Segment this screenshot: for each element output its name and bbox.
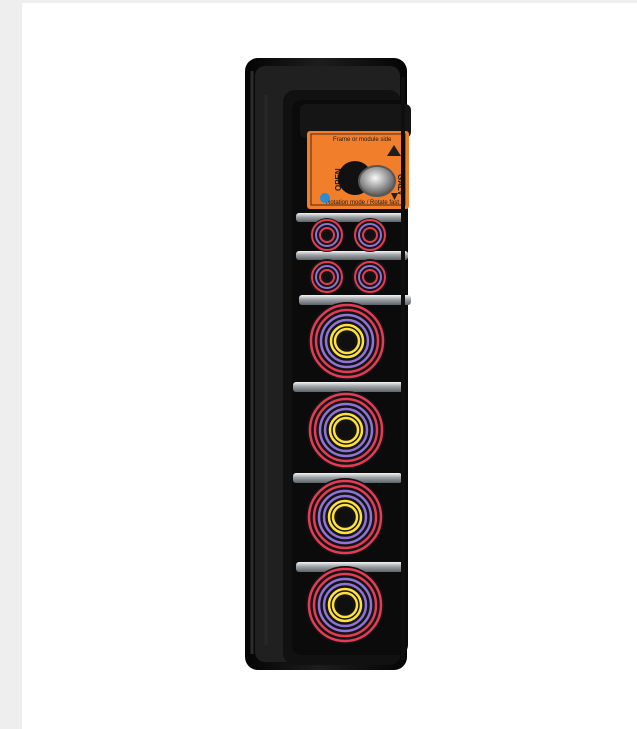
small-seal-module xyxy=(352,259,388,295)
small-seal-module xyxy=(309,259,345,295)
large-seal-module xyxy=(307,391,385,469)
label-bottom-text: Rotation mode / Rotate fast xyxy=(326,200,399,206)
warning-label: Frame or module side OPEN GALV Rotation … xyxy=(307,131,409,209)
large-seal-module xyxy=(306,566,384,644)
separator-bar xyxy=(293,382,405,392)
label-top-text: Frame or module side xyxy=(333,137,392,143)
small-seal-module xyxy=(310,218,344,252)
separator-bar xyxy=(296,251,408,260)
cable-transit-illustration: Frame or module side OPEN GALV Rotation … xyxy=(245,58,411,670)
steel-knob xyxy=(358,165,396,197)
separator-bar xyxy=(296,213,405,222)
compliance-icon xyxy=(320,193,330,203)
large-seal-module xyxy=(308,302,386,380)
small-seal-module xyxy=(353,218,387,252)
product-photo-page: Frame or module side OPEN GALV Rotation … xyxy=(0,0,637,729)
large-seal-module xyxy=(306,478,384,556)
